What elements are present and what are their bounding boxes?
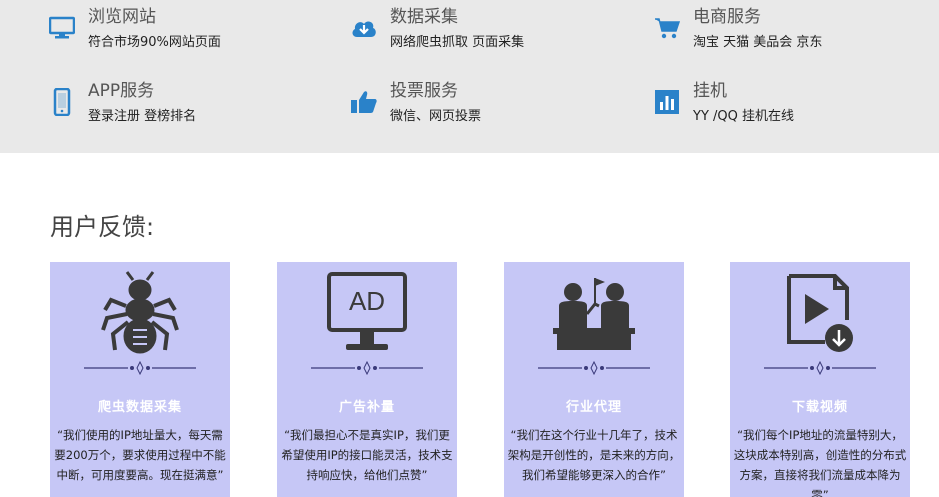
card-text: “我们使用的IP地址量大，每天需要200万个，要求使用过程中不能中断，可用度要高…	[54, 428, 226, 482]
card-text: “我们每个IP地址的流量特别大，这块成本特别高，创造性的分布式方案，直接将我们流…	[733, 428, 907, 497]
service-idle[interactable]: 挂机 YY /QQ 挂机在线	[653, 74, 794, 126]
service-title: 浏览网站	[88, 7, 156, 27]
service-data-collection[interactable]: 数据采集 网络爬虫抓取 页面采集	[350, 0, 524, 52]
card-text: “我们最担心不是真实IP，我们更希望使用IP的接口能灵活，技术支持响应快，给他们…	[281, 428, 453, 482]
card-title: 下载视频	[791, 400, 848, 415]
ornament-divider	[84, 361, 196, 375]
bar-chart-icon	[653, 88, 681, 116]
card-title: 广告补量	[338, 400, 395, 415]
service-desc: 微信、网页投票	[390, 109, 482, 124]
feedback-card-crawler: 爬虫数据采集 “我们使用的IP地址量大，每天需要200万个，要求使用过程中不能中…	[50, 262, 230, 497]
card-title: 爬虫数据采集	[97, 400, 182, 415]
service-title: 挂机	[693, 81, 727, 101]
feedback-card-agent: 行业代理 “我们在这个行业十几年了，技术架构是开创性的，是未来的方向，我们希望能…	[504, 262, 684, 497]
service-desc: 淘宝 天猫 美品会 京东	[693, 35, 823, 50]
shopping-cart-icon	[653, 14, 681, 42]
ornament-divider	[764, 361, 876, 375]
service-voting[interactable]: 投票服务 微信、网页投票	[350, 74, 481, 126]
service-title: 投票服务	[390, 81, 458, 101]
ant-icon	[50, 270, 230, 356]
service-ecommerce[interactable]: 电商服务 淘宝 天猫 美品会 京东	[653, 0, 822, 52]
ornament-divider	[538, 361, 650, 375]
feedback-card-ads: AD 广告补量 “我们最担心不是真实IP，我们更希望使用IP的接口能灵活，技术支…	[277, 262, 457, 497]
feedback-title: 用户反馈:	[50, 213, 155, 241]
service-title: 数据采集	[390, 7, 458, 27]
ad-monitor-icon: AD	[277, 270, 457, 356]
monitor-icon	[48, 14, 76, 42]
video-download-icon	[730, 270, 910, 356]
services-band: 浏览网站 符合市场90%网站页面 数据采集 网络爬虫抓取 页面采集 电商服务 淘…	[0, 0, 939, 153]
service-desc: 符合市场90%网站页面	[88, 35, 221, 50]
service-desc: 网络爬虫抓取 页面采集	[390, 35, 525, 50]
service-app[interactable]: APP服务 登录注册 登榜排名	[48, 74, 196, 126]
service-title: APP服务	[88, 81, 155, 101]
ad-label: AD	[349, 286, 385, 316]
cloud-download-icon	[350, 14, 378, 42]
service-browse[interactable]: 浏览网站 符合市场90%网站页面	[48, 0, 221, 52]
ornament-divider	[311, 361, 423, 375]
service-desc: 登录注册 登榜排名	[88, 109, 197, 124]
service-title: 电商服务	[693, 7, 761, 27]
agent-meeting-icon	[504, 270, 684, 356]
thumbs-up-icon	[350, 88, 378, 116]
card-text: “我们在这个行业十几年了，技术架构是开创性的，是未来的方向，我们希望能够更深入的…	[507, 428, 681, 482]
smartphone-icon	[48, 88, 76, 116]
service-desc: YY /QQ 挂机在线	[693, 109, 794, 124]
card-title: 行业代理	[565, 400, 622, 415]
feedback-card-video: 下载视频 “我们每个IP地址的流量特别大，这块成本特别高，创造性的分布式方案，直…	[730, 262, 910, 497]
